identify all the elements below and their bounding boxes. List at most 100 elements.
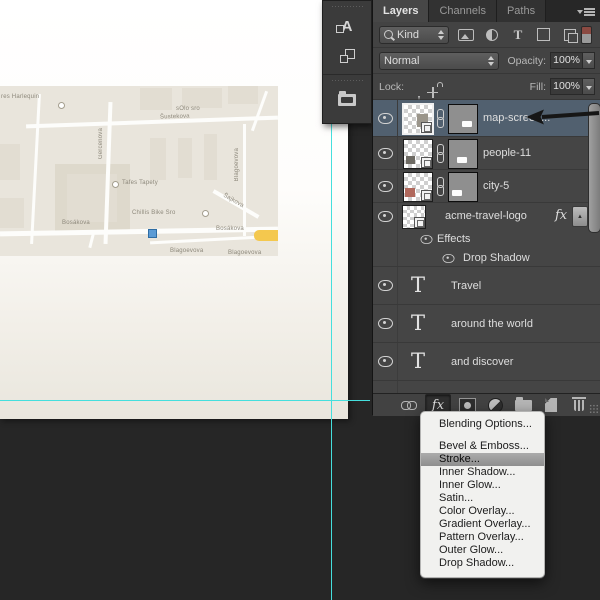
type-layer-icon[interactable]: T xyxy=(411,351,425,372)
layer-name[interactable]: around the world xyxy=(451,318,533,330)
layer-thumbnail[interactable] xyxy=(402,205,426,229)
map-poi-marker xyxy=(202,210,209,217)
effects-header-row[interactable]: Effects xyxy=(373,229,600,248)
layer-mask-thumbnail[interactable] xyxy=(448,172,478,202)
dropdown-arrows-icon xyxy=(434,29,444,40)
fill-value[interactable]: 100% xyxy=(550,78,583,95)
menu-item-pattern-overlay[interactable]: Pattern Overlay... xyxy=(421,531,544,544)
layer-thumbnail[interactable] xyxy=(403,172,433,202)
chain-link-icon[interactable] xyxy=(436,144,445,163)
eye-icon[interactable] xyxy=(420,235,433,244)
layers-list: map-screen... people-11 city-5 acme-trav… xyxy=(373,100,600,393)
opacity-value[interactable]: 100% xyxy=(550,52,583,69)
toggle-icon xyxy=(581,25,593,44)
layer-mask-thumbnail[interactable] xyxy=(448,139,478,169)
menu-item-gradient-overlay[interactable]: Gradient Overlay... xyxy=(421,518,544,531)
map-building xyxy=(204,134,217,180)
menu-item-drop-shadow[interactable]: Drop Shadow... xyxy=(421,557,544,570)
menu-item-inner-shadow[interactable]: Inner Shadow... xyxy=(421,466,544,479)
effect-label: Drop Shadow xyxy=(463,252,530,264)
menu-item-bevel-emboss[interactable]: Bevel & Emboss... xyxy=(421,440,544,453)
smart-object-filter-button[interactable] xyxy=(561,27,578,43)
menu-item-outer-glow[interactable]: Outer Glow... xyxy=(421,544,544,557)
libraries-panel-button[interactable] xyxy=(323,85,371,115)
filter-kind-dropdown[interactable]: Kind xyxy=(379,25,449,44)
eye-icon xyxy=(377,210,393,222)
tab-channels[interactable]: Channels xyxy=(429,0,497,22)
blend-row: Normal Opacity: 100% xyxy=(373,48,600,74)
collapse-effects-button[interactable]: ▲ xyxy=(572,206,588,227)
map-label: Blagoevova xyxy=(170,248,204,254)
visibility-toggle[interactable] xyxy=(373,203,398,229)
layer-row-travel[interactable]: T Travel xyxy=(373,267,600,305)
visibility-toggle[interactable] xyxy=(373,137,398,169)
visibility-toggle[interactable] xyxy=(373,170,398,202)
layer-thumbnail[interactable] xyxy=(402,103,434,135)
tab-layers[interactable]: Layers xyxy=(373,0,430,22)
fx-icon[interactable]: fx xyxy=(555,208,567,223)
visibility-toggle[interactable] xyxy=(373,100,398,136)
layer-name[interactable]: people-11 xyxy=(483,147,531,159)
type-layer-icon[interactable]: T xyxy=(411,313,425,334)
map-road xyxy=(88,233,95,249)
menu-item-stroke[interactable]: Stroke... xyxy=(421,453,544,466)
tab-paths[interactable]: Paths xyxy=(496,0,547,22)
visibility-toggle[interactable] xyxy=(373,267,398,304)
visibility-toggle[interactable] xyxy=(373,305,398,342)
map-building xyxy=(182,88,222,108)
vertical-guide[interactable] xyxy=(331,122,332,600)
link-layers-button[interactable] xyxy=(397,395,421,415)
layer-thumbnail[interactable] xyxy=(403,139,433,169)
blend-mode-dropdown[interactable]: Normal xyxy=(379,51,500,70)
layer-name[interactable]: and discover xyxy=(451,356,513,368)
image-icon xyxy=(458,28,475,41)
eye-icon xyxy=(377,280,393,291)
shape-filter-button[interactable] xyxy=(535,27,552,43)
layer-row-people-11[interactable]: people-11 xyxy=(373,137,600,170)
type-layer-icon[interactable]: T xyxy=(411,275,425,296)
eye-icon[interactable] xyxy=(442,254,455,263)
pixel-filter-button[interactable] xyxy=(458,27,475,43)
visibility-toggle[interactable] xyxy=(373,343,398,380)
layer-name[interactable]: Travel xyxy=(451,280,481,292)
layer-name[interactable]: acme-travel-logo xyxy=(445,210,527,222)
map-label: Gercenova xyxy=(98,128,104,160)
layer-row-acme-travel-logo[interactable]: acme-travel-logo fx ▲ xyxy=(373,203,600,229)
layers-panel: Layers Channels Paths Kind T Normal Opac… xyxy=(372,0,600,416)
document-canvas[interactable]: res Harlequin sOlo sro Šustekova Gerceno… xyxy=(0,0,348,419)
opacity-dropdown-arrow[interactable] xyxy=(583,52,595,69)
fill-dropdown-arrow[interactable] xyxy=(583,78,595,95)
panel-menu-icon[interactable] xyxy=(577,7,595,16)
photoshop-window: res Harlequin sOlo sro Šustekova Gerceno… xyxy=(0,0,600,600)
search-icon xyxy=(384,30,393,39)
map-label: Bosákova xyxy=(62,220,90,226)
dock-grip[interactable] xyxy=(331,5,363,9)
layer-comps-panel-button[interactable] xyxy=(323,41,371,71)
opacity-field[interactable]: 100% xyxy=(550,52,595,69)
filter-toggle[interactable] xyxy=(578,25,595,44)
drop-shadow-effect-row[interactable]: Drop Shadow xyxy=(373,248,600,267)
menu-item-inner-glow[interactable]: Inner Glow... xyxy=(421,479,544,492)
chain-link-icon[interactable] xyxy=(436,109,445,128)
opacity-label: Opacity: xyxy=(507,54,546,67)
panel-tab-bar: Layers Channels Paths xyxy=(373,0,600,22)
menu-item-satin[interactable]: Satin... xyxy=(421,492,544,505)
delete-layer-button[interactable] xyxy=(567,395,591,415)
type-filter-button[interactable]: T xyxy=(510,27,527,43)
panel-resize-grip[interactable] xyxy=(589,404,599,414)
layer-row-around-the-world[interactable]: T around the world xyxy=(373,305,600,343)
layer-name[interactable]: city-5 xyxy=(483,180,509,192)
menu-item-blending-options[interactable]: Blending Options... xyxy=(421,418,544,431)
horizontal-guide[interactable] xyxy=(0,400,370,401)
dropdown-arrows-icon xyxy=(484,55,495,66)
menu-item-color-overlay[interactable]: Color Overlay... xyxy=(421,505,544,518)
chain-link-icon[interactable] xyxy=(436,177,445,196)
adjustment-filter-button[interactable] xyxy=(484,27,501,43)
layer-row-city-5[interactable]: city-5 xyxy=(373,170,600,203)
fill-field[interactable]: 100% xyxy=(550,78,595,95)
dock-grip[interactable] xyxy=(331,79,363,83)
character-styles-panel-button[interactable]: A xyxy=(323,11,371,41)
map-building xyxy=(140,88,172,110)
layer-mask-thumbnail[interactable] xyxy=(448,104,478,134)
layer-row-and-discover[interactable]: T and discover xyxy=(373,343,600,381)
